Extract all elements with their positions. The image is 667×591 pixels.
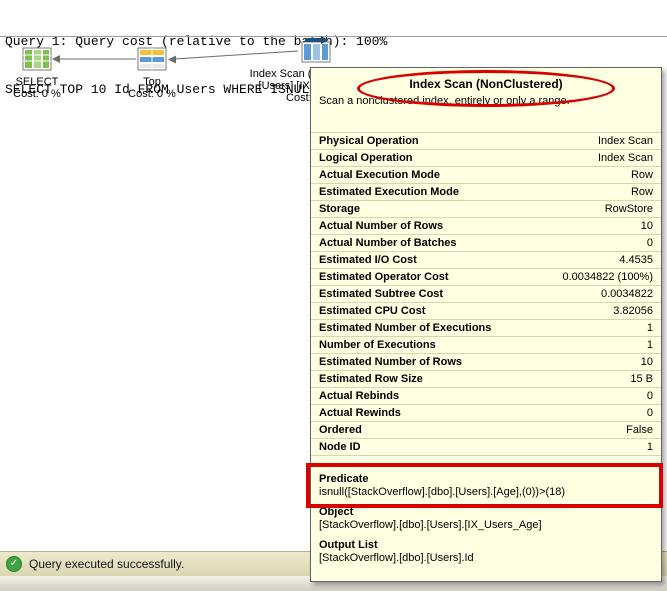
property-label: Number of Executions [319,339,436,351]
tooltip-row: Actual Number of Batches 0 [311,235,661,252]
tooltip-row: Actual Rebinds 0 [311,388,661,405]
success-check-icon: ✓ [6,556,22,572]
tooltip-row: Physical Operation Index Scan [311,133,661,150]
tooltip-row: Estimated Subtree Cost 0.0034822 [311,286,661,303]
tooltip-row: Estimated Row Size 15 B [311,371,661,388]
property-label: Actual Rebinds [319,390,400,402]
tooltip-row: Actual Rewinds 0 [311,405,661,422]
property-label: Actual Rewinds [319,407,401,419]
plan-node-select[interactable]: SELECT Cost: 0 % [0,46,74,100]
tooltip-row: Estimated Execution Mode Row [311,184,661,201]
section-label: Predicate [319,473,369,485]
property-label: Estimated I/O Cost [319,254,417,266]
tooltip-row: Estimated Number of Executions 1 [311,320,661,337]
tooltip-row: Node ID 1 [311,439,661,456]
tooltip-row: Number of Executions 1 [311,337,661,354]
property-label: Estimated Operator Cost [319,271,449,283]
property-label: Estimated Execution Mode [319,186,459,198]
plan-node-top[interactable]: Top Cost: 0 % [115,46,189,100]
tooltip-row: Estimated I/O Cost 4.4535 [311,252,661,269]
node-label: SELECT [15,76,59,88]
property-value: 10 [640,220,653,232]
property-value: 10 [640,356,653,368]
tooltip-row: Actual Execution Mode Row [311,167,661,184]
property-label: Ordered [319,424,362,436]
tooltip-row: Estimated CPU Cost 3.82056 [311,303,661,320]
section-label: Output List [319,539,378,551]
property-value: Index Scan [597,152,653,164]
tooltip-properties: Physical Operation Index Scan Logical Ope… [311,132,661,456]
object-section: Object [StackOverflow].[dbo].[Users].[IX… [311,503,661,536]
node-cost: Cost: 0 % [128,88,176,100]
index-scan-icon[interactable] [299,36,333,64]
property-label: Actual Number of Batches [319,237,457,249]
top-operator-icon[interactable] [136,46,168,72]
output-list-section: Output List [StackOverflow].[dbo].[Users… [311,536,661,569]
property-value: 1 [646,441,653,453]
property-value: 4.4535 [619,254,653,266]
property-label: Estimated CPU Cost [319,305,426,317]
property-label: Estimated Number of Executions [319,322,492,334]
select-result-icon[interactable] [21,46,53,72]
tooltip-row: Actual Number of Rows 10 [311,218,661,235]
node-cost: Cost: 0 % [13,88,61,100]
property-value: 1 [646,322,653,334]
node-label: Top [143,76,161,88]
section-value: isnull([StackOverflow].[dbo].[Users].[Ag… [319,486,566,498]
property-label: Estimated Subtree Cost [319,288,444,300]
tooltip-row: Storage RowStore [311,201,661,218]
property-value: RowStore [604,203,653,215]
operator-tooltip: Index Scan (NonClustered) Scan a nonclus… [310,67,662,582]
property-label: Storage [319,203,360,215]
property-label: Actual Number of Rows [319,220,444,232]
status-message: Query executed successfully. [29,557,185,571]
property-value: 0 [646,237,653,249]
property-value: False [626,424,653,436]
tooltip-description: Scan a nonclustered index, entirely or o… [319,95,570,107]
property-label: Estimated Row Size [319,373,423,385]
tooltip-row: Estimated Operator Cost 0.0034822 (100%) [311,269,661,286]
tooltip-sections: Predicate isnull([StackOverflow].[dbo].[… [311,470,661,569]
tooltip-row: Ordered False [311,422,661,439]
property-value: 0 [646,407,653,419]
property-value: 0.0034822 (100%) [562,271,653,283]
tooltip-row: Estimated Number of Rows 10 [311,354,661,371]
property-value: Row [630,186,653,198]
property-value: 15 B [630,373,653,385]
section-value: [StackOverflow].[dbo].[Users].[IX_Users_… [319,519,542,531]
property-label: Estimated Number of Rows [319,356,463,368]
property-label: Physical Operation [319,135,419,147]
property-label: Actual Execution Mode [319,169,441,181]
tooltip-title: Index Scan (NonClustered) [409,77,563,91]
property-value: 3.82056 [613,305,653,317]
property-value: Index Scan [597,135,653,147]
property-value: 1 [646,339,653,351]
property-label: Node ID [319,441,361,453]
property-value: 0.0034822 [601,288,653,300]
property-value: Row [630,169,653,181]
property-value: 0 [646,390,653,402]
section-label: Object [319,506,354,518]
predicate-section: Predicate isnull([StackOverflow].[dbo].[… [311,470,661,503]
property-label: Logical Operation [319,152,413,164]
section-value: [StackOverflow].[dbo].[Users].Id [319,552,474,564]
tooltip-row: Logical Operation Index Scan [311,150,661,167]
